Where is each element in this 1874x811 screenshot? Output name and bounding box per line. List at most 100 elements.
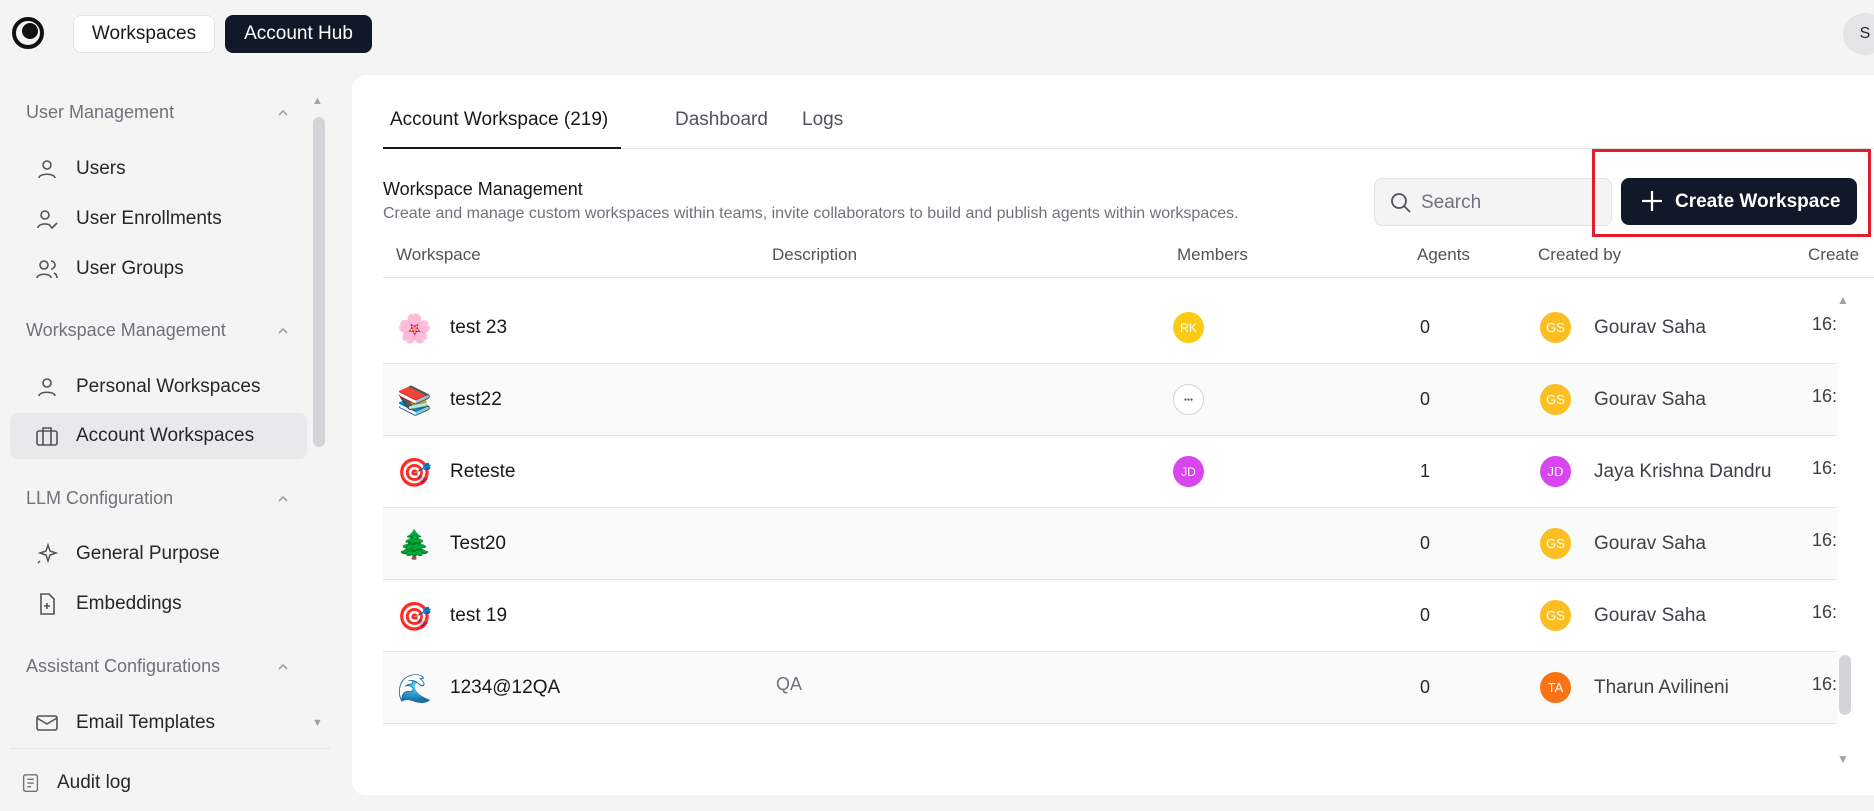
account-hub-button[interactable]: Account Hub [225, 15, 372, 53]
column-created[interactable]: Create [1808, 245, 1859, 265]
created-time: 16: [1812, 458, 1837, 478]
agents-count: 1 [1420, 461, 1431, 481]
creator-name: Tharun Avilineni [1594, 677, 1729, 698]
creator-avatar: GS [1540, 312, 1571, 343]
table-row[interactable]: 🌊 1234@12QA QA 0 TA Tharun Avilineni 16: [383, 652, 1837, 724]
created-time: 16: [1812, 386, 1837, 406]
chevron-up-icon[interactable] [276, 324, 290, 338]
sparkles-icon [34, 541, 60, 567]
sidebar-scrollbar[interactable] [313, 117, 325, 447]
create-workspace-button[interactable]: Create Workspace [1621, 178, 1857, 225]
table-row[interactable]: 📚 test22 ●●● 0 GS Gourav Saha 16: [383, 364, 1837, 436]
app-logo-icon[interactable] [11, 16, 45, 50]
table-scrollbar[interactable] [1839, 655, 1851, 715]
active-tab-indicator [383, 147, 621, 149]
workspace-name[interactable]: Test20 [450, 533, 506, 555]
created-time: 16: [1812, 674, 1837, 694]
file-plus-icon [34, 591, 60, 617]
page-title: Workspace Management [383, 179, 583, 199]
search-placeholder: Search [1421, 192, 1482, 213]
sidebar-item-label: User Enrollments [76, 208, 222, 229]
mail-icon [34, 710, 60, 736]
sidebar-item-embeddings[interactable]: Embeddings [10, 581, 307, 627]
sidebar: User Management Users User Enrollments U… [0, 80, 340, 811]
tab-logs[interactable]: Logs [802, 109, 843, 131]
tab-account-workspace[interactable]: Account Workspace (219) [390, 109, 608, 131]
agents-count: 0 [1420, 389, 1431, 409]
create-workspace-label: Create Workspace [1675, 191, 1841, 212]
workspace-name[interactable]: test 23 [450, 317, 507, 339]
tab-bar: Account Workspace (219) Dashboard Logs [383, 75, 1874, 149]
scroll-up-arrow-icon[interactable]: ▲ [312, 95, 323, 107]
workspaces-button[interactable]: Workspaces [73, 15, 215, 53]
scroll-down-arrow-icon[interactable]: ▼ [1837, 752, 1849, 766]
main-panel: Account Workspace (219) Dashboard Logs W… [352, 75, 1874, 795]
sidebar-item-email-templates[interactable]: Email Templates [10, 700, 307, 746]
workspace-emoji-icon: 🎯 [397, 457, 432, 488]
workspace-name[interactable]: test22 [450, 389, 502, 411]
chevron-up-icon[interactable] [276, 660, 290, 674]
creator-name: Jaya Krishna Dandru [1594, 461, 1772, 482]
workspace-emoji-icon: 🌸 [397, 313, 432, 344]
sidebar-item-label: User Groups [76, 258, 184, 279]
sidebar-divider [10, 748, 330, 749]
page-subtitle: Create and manage custom workspaces with… [383, 205, 1239, 222]
sidebar-item-label: Embeddings [76, 593, 182, 614]
sidebar-item-user-enrollments[interactable]: User Enrollments [10, 196, 307, 242]
section-user-management[interactable]: User Management [26, 102, 174, 123]
tab-dashboard[interactable]: Dashboard [675, 109, 768, 131]
creator-avatar: JD [1540, 456, 1571, 487]
users-icon [34, 256, 60, 282]
user-icon [34, 156, 60, 182]
column-members[interactable]: Members [1177, 245, 1248, 265]
member-avatar[interactable]: JD [1173, 456, 1204, 487]
chevron-up-icon[interactable] [276, 106, 290, 120]
search-icon [1391, 193, 1411, 213]
member-avatar[interactable]: RK [1173, 312, 1204, 343]
section-llm-configuration[interactable]: LLM Configuration [26, 488, 173, 509]
agents-count: 0 [1420, 605, 1431, 625]
member-avatar[interactable]: ●●● [1173, 384, 1204, 415]
workspace-name[interactable]: Reteste [450, 461, 515, 483]
sidebar-item-user-groups[interactable]: User Groups [10, 246, 307, 292]
sidebar-item-general-purpose[interactable]: General Purpose [10, 531, 307, 577]
sidebar-item-label: Users [76, 158, 126, 179]
user-icon [34, 374, 60, 400]
search-input[interactable]: Search [1374, 178, 1612, 226]
section-workspace-management[interactable]: Workspace Management [26, 320, 226, 341]
table-row[interactable]: 🌲 Test20 0 GS Gourav Saha 16: [383, 508, 1837, 580]
table-row[interactable]: 🌸 test 23 RK 0 GS Gourav Saha 16: [383, 292, 1837, 364]
scroll-down-arrow-icon[interactable]: ▼ [312, 717, 323, 729]
column-workspace[interactable]: Workspace [396, 245, 481, 265]
table-header: Workspace Description Members Agents Cre… [383, 235, 1874, 278]
table-row[interactable]: 🎯 Reteste JD 1 JD Jaya Krishna Dandru 16: [383, 436, 1837, 508]
agents-count: 0 [1420, 317, 1431, 337]
workspace-emoji-icon: 🌊 [397, 673, 432, 704]
workspace-emoji-icon: 🌲 [397, 529, 432, 560]
chevron-up-icon[interactable] [276, 492, 290, 506]
sidebar-item-account-workspaces[interactable]: Account Workspaces [10, 413, 307, 459]
column-description[interactable]: Description [772, 245, 857, 265]
creator-avatar: GS [1540, 384, 1571, 415]
creator-avatar: GS [1540, 528, 1571, 559]
sidebar-item-label: Account Workspaces [76, 425, 255, 446]
creator-avatar: GS [1540, 600, 1571, 631]
creator-name: Gourav Saha [1594, 317, 1706, 338]
section-assistant-configurations[interactable]: Assistant Configurations [26, 656, 220, 677]
column-agents[interactable]: Agents [1417, 245, 1470, 265]
workspace-description: QA [776, 674, 803, 694]
created-time: 16: [1812, 602, 1837, 622]
workspace-name[interactable]: test 19 [450, 605, 507, 627]
sidebar-item-label: Audit log [57, 772, 131, 793]
column-created-by[interactable]: Created by [1538, 245, 1621, 265]
top-bar: Workspaces Account Hub S [0, 0, 1874, 68]
sidebar-item-audit-log[interactable]: Audit log [0, 760, 297, 806]
creator-avatar: TA [1540, 672, 1571, 703]
sidebar-item-label: Personal Workspaces [76, 376, 261, 397]
sidebar-item-users[interactable]: Users [10, 146, 307, 192]
sidebar-item-personal-workspaces[interactable]: Personal Workspaces [10, 364, 307, 410]
scroll-up-arrow-icon[interactable]: ▲ [1837, 293, 1849, 307]
table-row[interactable]: 🎯 test 19 0 GS Gourav Saha 16: [383, 580, 1837, 652]
user-avatar[interactable]: S [1843, 13, 1874, 55]
workspace-name[interactable]: 1234@12QA [450, 677, 560, 699]
